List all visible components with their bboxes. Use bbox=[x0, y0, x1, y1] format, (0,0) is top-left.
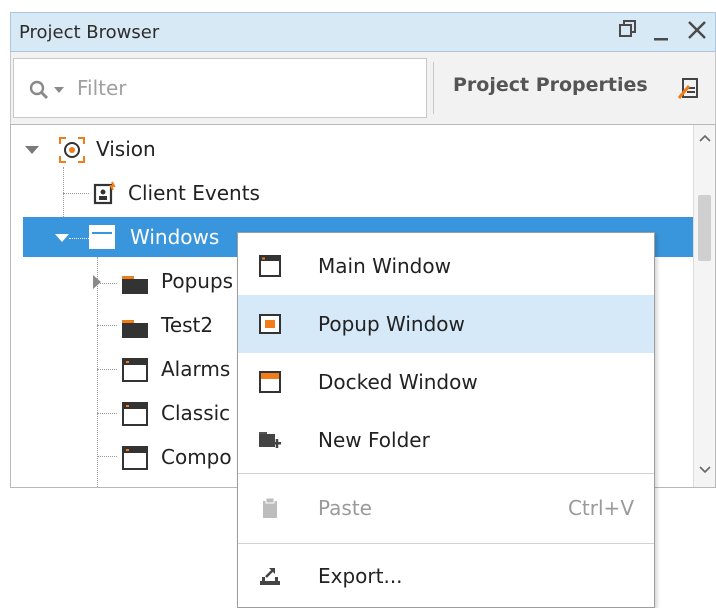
window-icon bbox=[122, 446, 148, 470]
window-icon bbox=[122, 402, 148, 426]
tree-connector bbox=[69, 238, 89, 239]
menu-item-export[interactable]: Export... bbox=[238, 547, 654, 605]
tree-item-label: Popups bbox=[161, 269, 234, 293]
popup-window-icon bbox=[259, 314, 281, 334]
menu-item-label: Popup Window bbox=[318, 312, 465, 336]
menu-item-label: Main Window bbox=[318, 254, 451, 278]
collapsed-arrow-icon[interactable] bbox=[93, 275, 103, 289]
tree-scrollbar[interactable] bbox=[693, 125, 715, 487]
new-folder-icon bbox=[259, 432, 281, 448]
menu-item-label: New Folder bbox=[318, 428, 430, 452]
tree-item-label: Windows bbox=[130, 225, 220, 249]
project-browser-toolbar: Filter Project Properties bbox=[10, 52, 716, 124]
project-properties-icon[interactable] bbox=[677, 76, 701, 100]
vision-icon bbox=[59, 137, 85, 163]
tree-item-client-events[interactable]: Client Events bbox=[11, 173, 691, 213]
scroll-down-icon[interactable] bbox=[698, 463, 712, 479]
project-properties-button[interactable]: Project Properties bbox=[453, 74, 648, 96]
project-browser-titlebar: Project Browser bbox=[10, 12, 716, 52]
menu-separator bbox=[238, 473, 654, 474]
tree-item-label: Compo bbox=[161, 445, 232, 469]
menu-item-popup-window[interactable]: Popup Window bbox=[238, 295, 654, 353]
tree-item-label: Vision bbox=[96, 137, 156, 161]
minimize-icon[interactable] bbox=[652, 21, 670, 50]
window-icon bbox=[122, 358, 148, 382]
export-icon bbox=[260, 568, 280, 585]
tree-item-label: Classic bbox=[161, 401, 231, 425]
expand-arrow-icon[interactable] bbox=[25, 146, 39, 156]
chevron-down-icon[interactable] bbox=[54, 87, 64, 95]
folder-icon bbox=[122, 276, 148, 294]
menu-item-label: Export... bbox=[318, 564, 403, 588]
filter-input[interactable]: Filter bbox=[13, 58, 427, 118]
menu-item-label: Docked Window bbox=[318, 370, 478, 394]
scrollbar-thumb[interactable] bbox=[698, 195, 711, 261]
menu-item-main-window[interactable]: Main Window bbox=[238, 237, 654, 295]
client-events-icon bbox=[93, 181, 116, 205]
tree-item-label: Alarms bbox=[161, 357, 231, 381]
menu-separator bbox=[238, 543, 654, 544]
filter-placeholder: Filter bbox=[77, 76, 127, 100]
context-menu: Main Window Popup Window Docked Window N… bbox=[237, 232, 655, 608]
tree-item-vision[interactable]: Vision bbox=[11, 129, 691, 169]
menu-item-shortcut: Ctrl+V bbox=[567, 496, 634, 520]
close-icon[interactable] bbox=[686, 19, 708, 48]
restore-window-icon[interactable] bbox=[618, 19, 638, 46]
search-icon[interactable] bbox=[28, 79, 52, 103]
toolbar-divider bbox=[433, 62, 434, 114]
menu-item-label: Paste bbox=[318, 496, 372, 520]
window-icon bbox=[89, 225, 115, 249]
menu-item-paste[interactable]: Paste Ctrl+V bbox=[238, 479, 654, 537]
menu-item-docked-window[interactable]: Docked Window bbox=[238, 353, 654, 411]
expand-arrow-icon[interactable] bbox=[55, 234, 69, 244]
folder-icon bbox=[122, 320, 148, 338]
menu-item-new-folder[interactable]: New Folder bbox=[238, 411, 654, 469]
main-window-icon bbox=[259, 255, 281, 277]
docked-window-icon bbox=[259, 371, 281, 393]
panel-title: Project Browser bbox=[19, 22, 160, 43]
clipboard-icon bbox=[263, 497, 277, 518]
tree-item-label: Test2 bbox=[161, 313, 214, 337]
tree-item-label: Client Events bbox=[128, 181, 260, 205]
scroll-up-icon[interactable] bbox=[698, 131, 712, 147]
